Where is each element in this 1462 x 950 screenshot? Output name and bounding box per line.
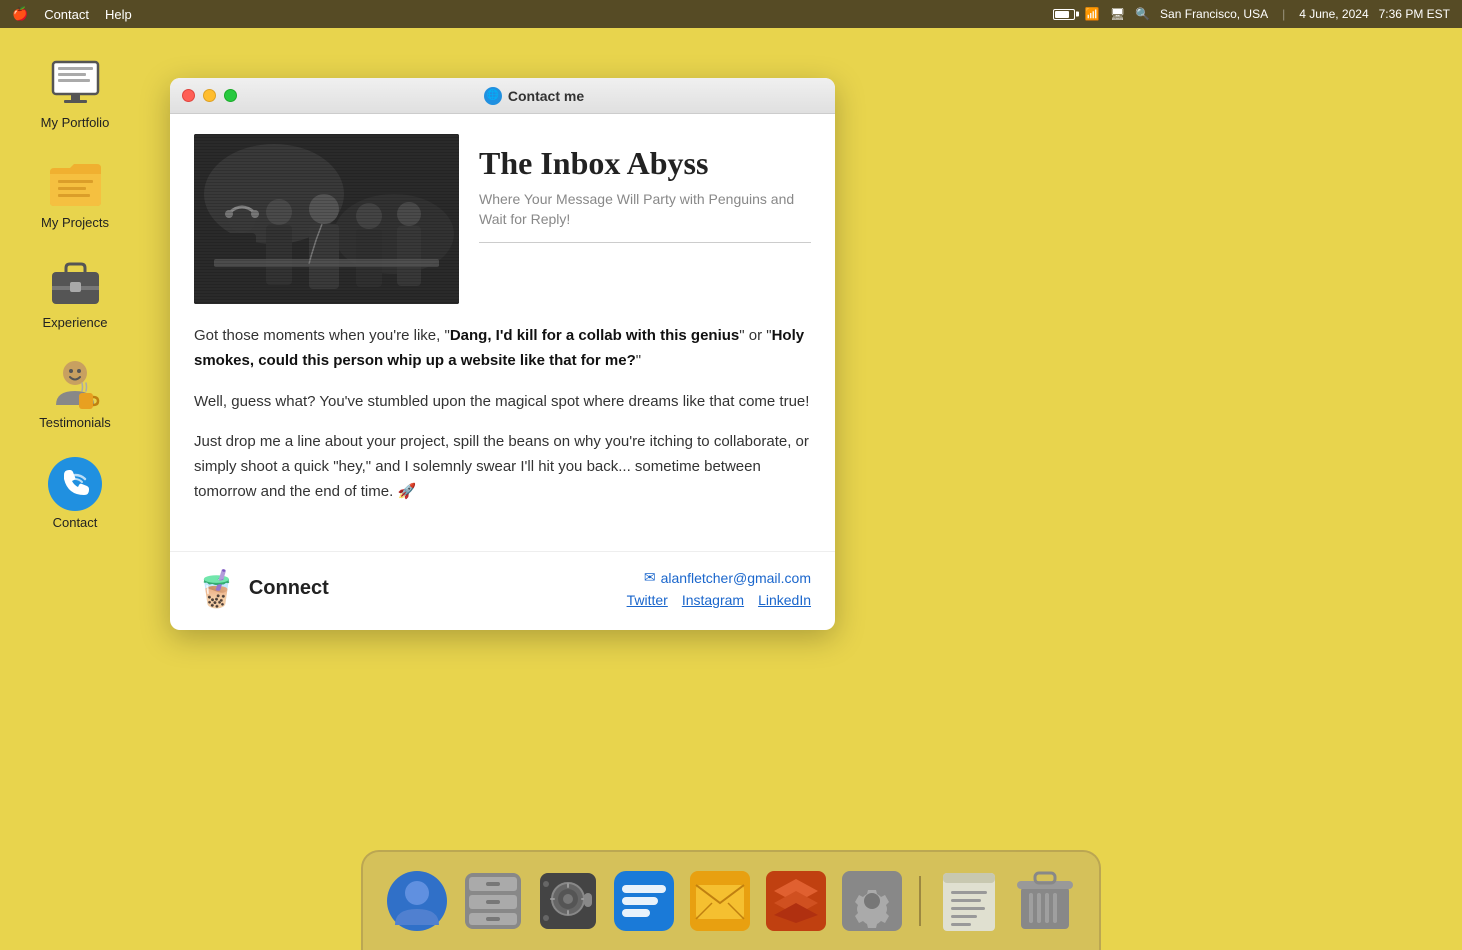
menubar-right: 📶 🖥 🔍 San Francisco, USA | 4 June, 2024 … xyxy=(1053,7,1450,21)
header-text: The Inbox Abyss Where Your Message Will … xyxy=(479,134,811,243)
contact-icon xyxy=(45,456,105,511)
dock-icon-layers[interactable] xyxy=(762,867,830,935)
footer-connect: 🧋 Connect xyxy=(194,568,329,610)
battery-icon xyxy=(1053,9,1075,20)
date: 4 June, 2024 xyxy=(1299,7,1368,21)
time: 7:36 PM EST xyxy=(1379,7,1450,21)
dock xyxy=(361,850,1101,950)
sidebar-item-projects[interactable]: My Projects xyxy=(20,148,130,238)
body-paragraph3: Just drop me a line about your project, … xyxy=(194,430,811,504)
window-close-button[interactable] xyxy=(182,89,195,102)
sidebar-item-contact[interactable]: Contact xyxy=(20,448,130,538)
dock-icon-trash[interactable] xyxy=(1011,867,1079,935)
body-paragraph1: Got those moments when you're like, "Dan… xyxy=(194,324,811,374)
contact-window: 🌐 Contact me xyxy=(170,78,835,630)
window-footer: 🧋 Connect ✉ alanfletcher@gmail.com Twitt… xyxy=(170,551,835,630)
window-content: The Inbox Abyss Where Your Message Will … xyxy=(170,114,835,541)
content-header: The Inbox Abyss Where Your Message Will … xyxy=(194,134,811,304)
menubar-left: 🍎 Contact Help xyxy=(12,6,132,22)
dock-icon-mail[interactable] xyxy=(686,867,754,935)
apple-menu[interactable]: 🍎 xyxy=(12,6,28,22)
screen-icon: 🖥 xyxy=(1110,7,1125,21)
coffee-icon: 🧋 xyxy=(194,568,239,610)
email-address: alanfletcher@gmail.com xyxy=(661,570,811,586)
instagram-link[interactable]: Instagram xyxy=(682,592,744,608)
dock-icon-gear[interactable] xyxy=(838,867,906,935)
window-title-text: Contact me xyxy=(508,88,584,104)
linkedin-link[interactable]: LinkedIn xyxy=(758,592,811,608)
footer-social: Twitter Instagram LinkedIn xyxy=(627,592,811,608)
sidebar-label-testimonials: Testimonials xyxy=(39,415,111,430)
connect-label: Connect xyxy=(249,577,329,600)
portfolio-icon xyxy=(45,56,105,111)
location: San Francisco, USA xyxy=(1160,7,1268,21)
window-maximize-button[interactable] xyxy=(224,89,237,102)
sidebar-item-portfolio[interactable]: My Portfolio xyxy=(20,48,130,138)
dock-icon-files[interactable] xyxy=(459,867,527,935)
folder-icon xyxy=(45,156,105,211)
menu-contact[interactable]: Contact xyxy=(44,7,89,22)
desktop: My Portfolio My Projects xyxy=(0,28,1462,950)
header-subtitle: Where Your Message Will Party with Pengu… xyxy=(479,190,811,229)
sidebar-label-contact: Contact xyxy=(53,515,98,530)
body-paragraph2: Well, guess what? You've stumbled upon t… xyxy=(194,390,811,415)
globe-icon: 🌐 xyxy=(484,87,502,105)
window-minimize-button[interactable] xyxy=(203,89,216,102)
testimonials-icon xyxy=(45,356,105,411)
sidebar-label-experience: Experience xyxy=(42,315,107,330)
dock-icon-vault[interactable] xyxy=(535,867,603,935)
sidebar-item-experience[interactable]: Experience xyxy=(20,248,130,338)
sidebar-label-portfolio: My Portfolio xyxy=(41,115,110,130)
dock-icon-chat[interactable] xyxy=(610,867,678,935)
twitter-link[interactable]: Twitter xyxy=(627,592,668,608)
sidebar: My Portfolio My Projects xyxy=(0,28,150,538)
header-divider xyxy=(479,242,811,243)
menu-help[interactable]: Help xyxy=(105,7,132,22)
dock-icon-notes[interactable] xyxy=(935,867,1003,935)
wifi-icon: 📶 xyxy=(1085,7,1100,21)
header-image xyxy=(194,134,459,304)
header-title: The Inbox Abyss xyxy=(479,144,811,182)
briefcase-icon xyxy=(45,256,105,311)
search-icon[interactable]: 🔍 xyxy=(1135,7,1150,21)
sidebar-label-projects: My Projects xyxy=(41,215,109,230)
menubar: 🍎 Contact Help 📶 🖥 🔍 San Francisco, USA … xyxy=(0,0,1462,28)
email-icon: ✉ xyxy=(644,569,656,586)
footer-links: ✉ alanfletcher@gmail.com Twitter Instagr… xyxy=(627,569,811,608)
dock-separator xyxy=(919,876,921,926)
footer-email[interactable]: ✉ alanfletcher@gmail.com xyxy=(644,569,811,586)
window-title: 🌐 Contact me xyxy=(245,87,823,105)
sidebar-item-testimonials[interactable]: Testimonials xyxy=(20,348,130,438)
dock-icon-person[interactable] xyxy=(383,867,451,935)
separator: | xyxy=(1282,7,1285,21)
window-titlebar: 🌐 Contact me xyxy=(170,78,835,114)
